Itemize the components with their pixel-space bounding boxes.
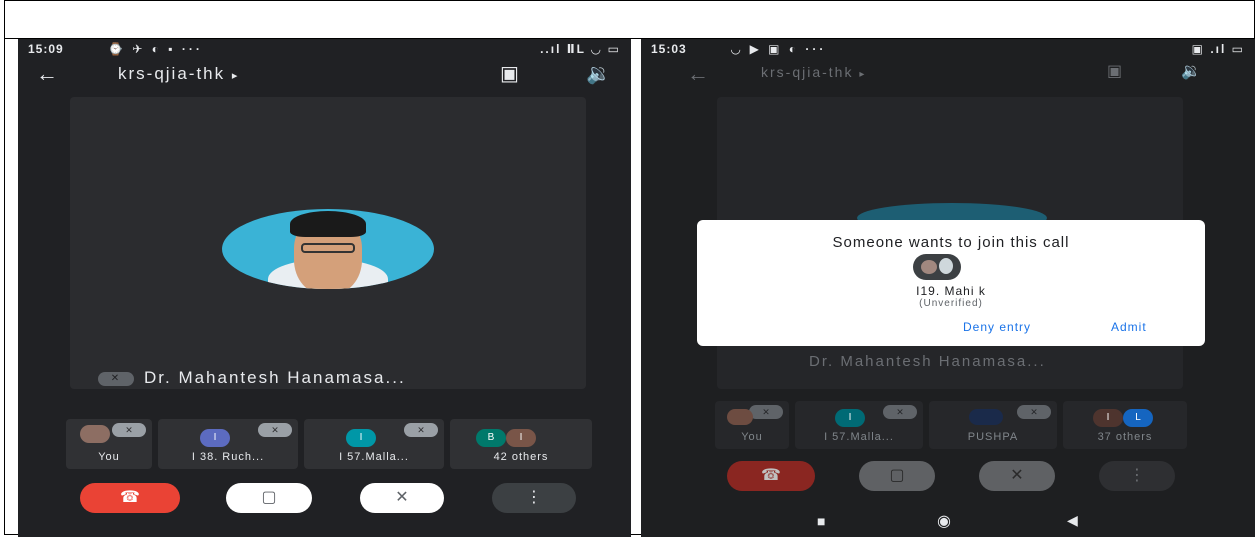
camera-toggle-button[interactable]: ▢ (859, 461, 935, 491)
app-bar: ← krs-qjia-thk ▸ ▣ 🔉 (641, 59, 1255, 89)
app-bar: ← krs-qjia-thk ▸ ▣ 🔉 (18, 59, 631, 89)
more-options-icon: ⋮ (526, 489, 542, 506)
expand-icon: ▸ (859, 69, 867, 80)
mic-off-icon: ✕ (883, 405, 917, 419)
avatar (969, 409, 1003, 425)
status-icons: ◡ ▶ ▣ ◐ ··· (731, 42, 827, 56)
participant-tile[interactable]: ✕ I I 57.Malla... (795, 401, 923, 449)
back-arrow-icon[interactable]: ← (687, 61, 709, 87)
end-call-button[interactable]: ☎ (80, 483, 180, 513)
status-bar: 15:03 ◡ ▶ ▣ ◐ ··· ▣ .ıl ▭ (641, 39, 1255, 57)
requester-name: I19. Mahi k (916, 284, 986, 298)
participant-tile[interactable]: ✕ I I 38. Ruch... (158, 419, 298, 469)
participant-label: You (741, 431, 763, 443)
avatar: I (200, 429, 230, 447)
camera-switch-icon[interactable]: ▣ (500, 61, 519, 86)
participant-label: 37 others (1097, 431, 1153, 443)
mic-off-icon: ✕ (395, 489, 409, 506)
speaker-name-row: ✕ Dr. Mahantesh Hanamasa... (98, 368, 406, 388)
participant-tile-others[interactable]: I L 37 others (1063, 401, 1187, 449)
back-nav-icon[interactable]: ◀ (1067, 512, 1078, 529)
avatar: I (835, 409, 865, 427)
status-bar: 15:09 ⌚ ✈ ◐ ▪ ··· ..ıl ⅡL ◡ ▭ (18, 39, 631, 57)
avatar (727, 409, 753, 425)
back-arrow-icon[interactable]: ← (36, 61, 58, 87)
participant-tile-you[interactable]: ✕ You (715, 401, 789, 449)
speaker-icon[interactable]: 🔉 (586, 61, 611, 86)
recents-icon[interactable]: ■ (817, 513, 825, 529)
speaker-name: Dr. Mahantesh Hanamasa... (144, 368, 406, 387)
end-call-icon: ☎ (120, 489, 140, 506)
join-request-dialog: Someone wants to join this call I19. Mah… (697, 220, 1205, 346)
right-phone-screen: 15:03 ◡ ▶ ▣ ◐ ··· ▣ .ıl ▭ ← krs-qjia-thk… (641, 39, 1255, 537)
status-signal: ..ıl ⅡL ◡ ▭ (540, 42, 621, 56)
dialog-title: Someone wants to join this call (832, 234, 1070, 251)
participant-tile[interactable]: ✕ I I 57.Malla... (304, 419, 444, 469)
end-call-button[interactable]: ☎ (727, 461, 815, 491)
participant-tile-you[interactable]: ✕ You (66, 419, 152, 469)
mic-off-icon: ✕ (749, 405, 783, 419)
end-call-icon: ☎ (761, 467, 781, 484)
participant-label: I 38. Ruch... (191, 451, 265, 463)
avatar: I (346, 429, 376, 447)
requester-status: (Unverified) (919, 298, 983, 309)
status-icons: ⌚ ✈ ◐ ▪ ··· (108, 42, 203, 56)
home-icon[interactable]: ◉ (937, 511, 951, 531)
android-nav-bar: ■ ◉ ◀ (641, 507, 1255, 537)
status-time: 15:09 (28, 42, 64, 56)
mic-off-icon: ✕ (1017, 405, 1051, 419)
left-phone-screen: 15:09 ⌚ ✈ ◐ ▪ ··· ..ıl ⅡL ◡ ▭ ← krs-qjia… (18, 39, 631, 537)
mic-off-icon: ✕ (404, 423, 438, 437)
more-options-button[interactable]: ⋮ (1099, 461, 1175, 491)
speaker-avatar (222, 209, 434, 289)
participant-label: You (98, 451, 120, 463)
avatar: B (476, 429, 506, 447)
participant-label: I 57.Malla... (339, 451, 409, 463)
mic-off-icon: ✕ (258, 423, 292, 437)
meeting-code[interactable]: krs-qjia-thk ▸ (118, 64, 239, 84)
mic-off-icon: ✕ (112, 423, 146, 437)
more-options-button[interactable]: ⋮ (492, 483, 576, 513)
participant-tile-others[interactable]: B I 42 others (450, 419, 592, 469)
avatar (80, 425, 110, 443)
status-signal: ▣ .ıl ▭ (1191, 42, 1245, 56)
mic-toggle-button[interactable]: ✕ (360, 483, 444, 513)
camera-off-icon: ▢ (889, 467, 905, 484)
status-time: 15:03 (651, 42, 687, 56)
speaker-name: Dr. Mahantesh Hanamasa... (809, 353, 1046, 370)
camera-toggle-button[interactable]: ▢ (226, 483, 312, 513)
camera-off-icon: ▢ (261, 489, 277, 506)
mic-off-icon: ✕ (98, 371, 134, 386)
meeting-code[interactable]: krs-qjia-thk ▸ (761, 64, 866, 80)
more-options-icon: ⋮ (1129, 467, 1145, 484)
mic-off-icon: ✕ (1010, 467, 1024, 484)
participant-label: PUSHPA (967, 431, 1019, 443)
participant-tile[interactable]: ✕ PUSHPA (929, 401, 1057, 449)
avatar: I (506, 429, 536, 447)
participant-label: I 57.Malla... (824, 431, 894, 443)
avatar: I (1093, 409, 1123, 427)
mic-toggle-button[interactable]: ✕ (979, 461, 1055, 491)
speaker-icon[interactable]: 🔉 (1181, 61, 1201, 81)
avatar: L (1123, 409, 1153, 427)
expand-icon: ▸ (231, 70, 240, 82)
camera-switch-icon[interactable]: ▣ (1107, 61, 1122, 81)
deny-entry-button[interactable]: Deny entry (963, 320, 1031, 334)
admit-button[interactable]: Admit (1111, 320, 1147, 334)
requester-avatar (913, 254, 961, 280)
participant-label: 42 others (493, 451, 549, 463)
main-video-tile: ✕ Dr. Mahantesh Hanamasa... (70, 97, 586, 389)
